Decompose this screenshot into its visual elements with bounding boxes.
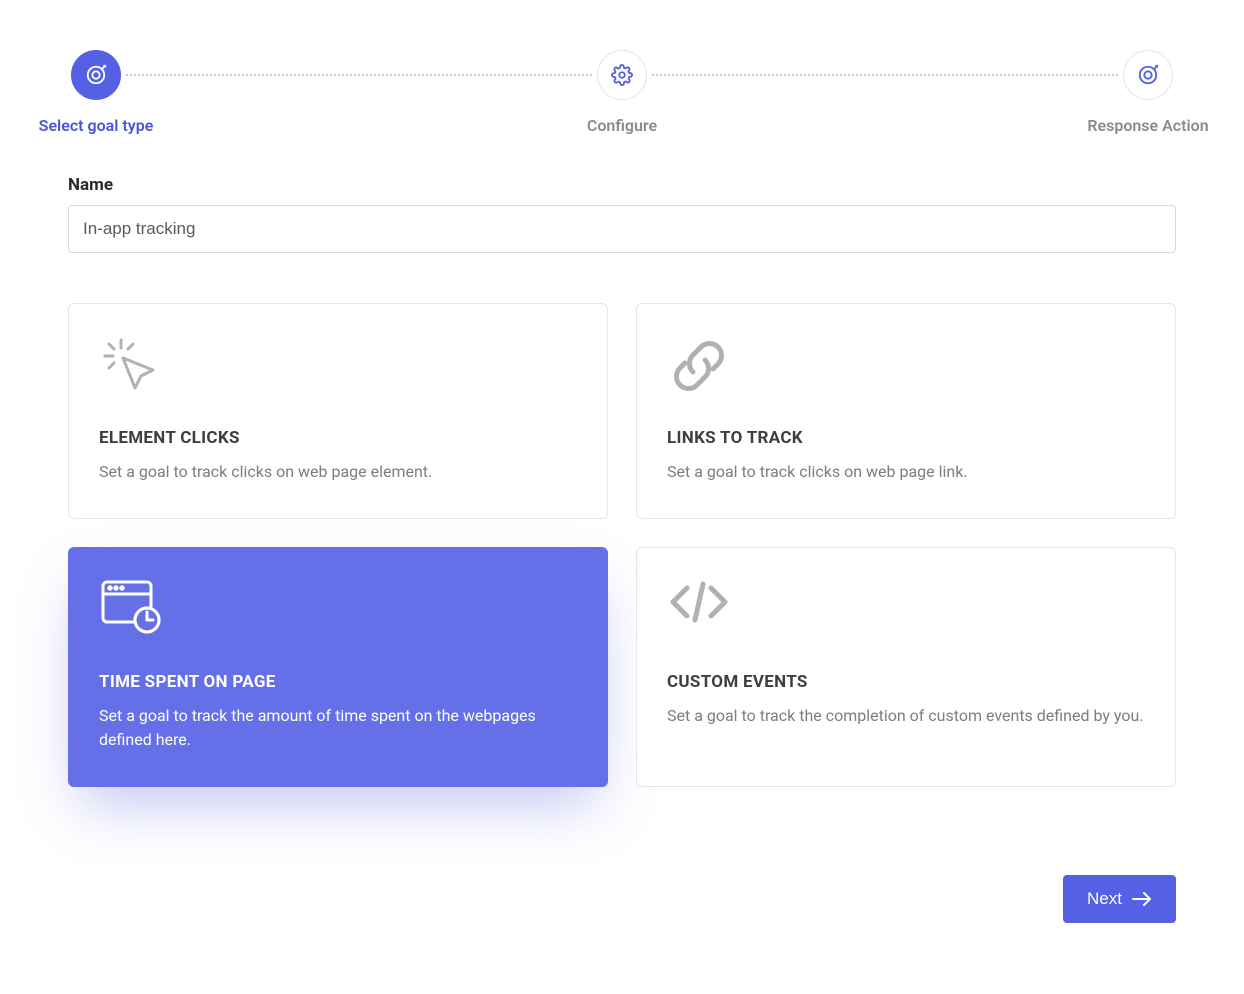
card-time-spent[interactable]: TIME SPENT ON PAGE Set a goal to track t… <box>68 547 608 787</box>
step-label: Configure <box>587 116 657 135</box>
goal-type-cards: ELEMENT CLICKS Set a goal to track click… <box>68 303 1176 787</box>
name-input[interactable] <box>68 205 1176 253</box>
target-icon <box>71 50 121 100</box>
step-connector <box>126 74 592 76</box>
card-title: LINKS TO TRACK <box>667 428 1145 448</box>
card-desc: Set a goal to track the completion of cu… <box>667 704 1145 728</box>
card-desc: Set a goal to track clicks on web page e… <box>99 460 577 484</box>
step-response-action[interactable]: Response Action <box>1068 50 1228 135</box>
gear-icon <box>597 50 647 100</box>
name-label: Name <box>68 175 1176 195</box>
cursor-click-icon <box>99 334 577 398</box>
target-icon <box>1123 50 1173 100</box>
card-desc: Set a goal to track the amount of time s… <box>99 704 577 752</box>
card-element-clicks[interactable]: ELEMENT CLICKS Set a goal to track click… <box>68 303 608 519</box>
stepper: Select goal type Configure Response Acti… <box>16 0 1228 165</box>
card-title: TIME SPENT ON PAGE <box>99 672 577 692</box>
step-connector <box>652 74 1118 76</box>
card-desc: Set a goal to track clicks on web page l… <box>667 460 1145 484</box>
next-button-label: Next <box>1087 889 1122 909</box>
card-title: ELEMENT CLICKS <box>99 428 577 448</box>
card-custom-events[interactable]: CUSTOM EVENTS Set a goal to track the co… <box>636 547 1176 787</box>
card-links-to-track[interactable]: LINKS TO TRACK Set a goal to track click… <box>636 303 1176 519</box>
browser-clock-icon <box>99 578 577 642</box>
next-button[interactable]: Next <box>1063 875 1176 923</box>
arrow-right-icon <box>1132 892 1152 906</box>
code-icon <box>667 578 1145 642</box>
step-label: Response Action <box>1087 116 1208 135</box>
step-configure[interactable]: Configure <box>542 50 702 135</box>
step-select-goal-type[interactable]: Select goal type <box>16 50 176 135</box>
step-label: Select goal type <box>39 116 154 135</box>
link-icon <box>667 334 1145 398</box>
card-title: CUSTOM EVENTS <box>667 672 1145 692</box>
